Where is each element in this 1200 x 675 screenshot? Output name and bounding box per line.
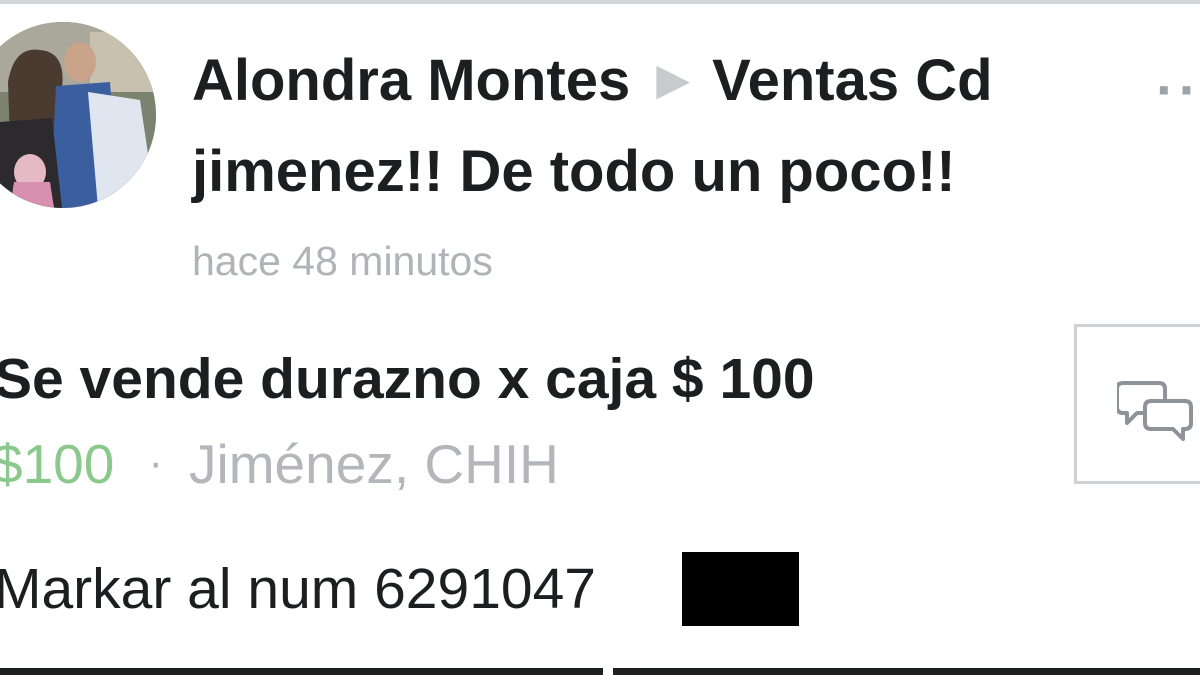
group-name-part1[interactable]: Ventas Cd [712, 48, 992, 113]
listing-location: Jiménez, CHIH [189, 433, 559, 495]
listing-title[interactable]: Se vende durazno x caja $ 100 [0, 346, 815, 412]
right-triangle-icon: ▶ [656, 55, 691, 104]
marketplace-post: Alondra Montes ▶ Ventas Cd jimenez!! De to… [0, 0, 1200, 675]
bottom-divider-left [0, 668, 603, 675]
author-name[interactable]: Alondra Montes [192, 48, 630, 113]
post-timestamp[interactable]: hace 48 minutos [192, 238, 493, 285]
redaction-block [682, 552, 799, 626]
top-border [0, 0, 1200, 4]
avatar-photo [0, 22, 156, 208]
more-options-icon[interactable]: ·· [1156, 62, 1200, 118]
message-seller-button[interactable] [1074, 324, 1200, 484]
avatar[interactable] [0, 22, 156, 208]
bottom-divider-right [613, 668, 1200, 675]
meta-separator: · [148, 438, 164, 487]
message-bubbles-icon [1117, 381, 1193, 441]
group-name-part2[interactable]: jimenez!! De todo un poco!! [192, 143, 956, 201]
listing-price: $100 [0, 433, 115, 495]
post-header: Alondra Montes ▶ Ventas Cd [192, 52, 993, 110]
listing-meta: $100 · Jiménez, CHIH [0, 432, 559, 496]
listing-description: Markar al num 6291047 [0, 557, 597, 621]
